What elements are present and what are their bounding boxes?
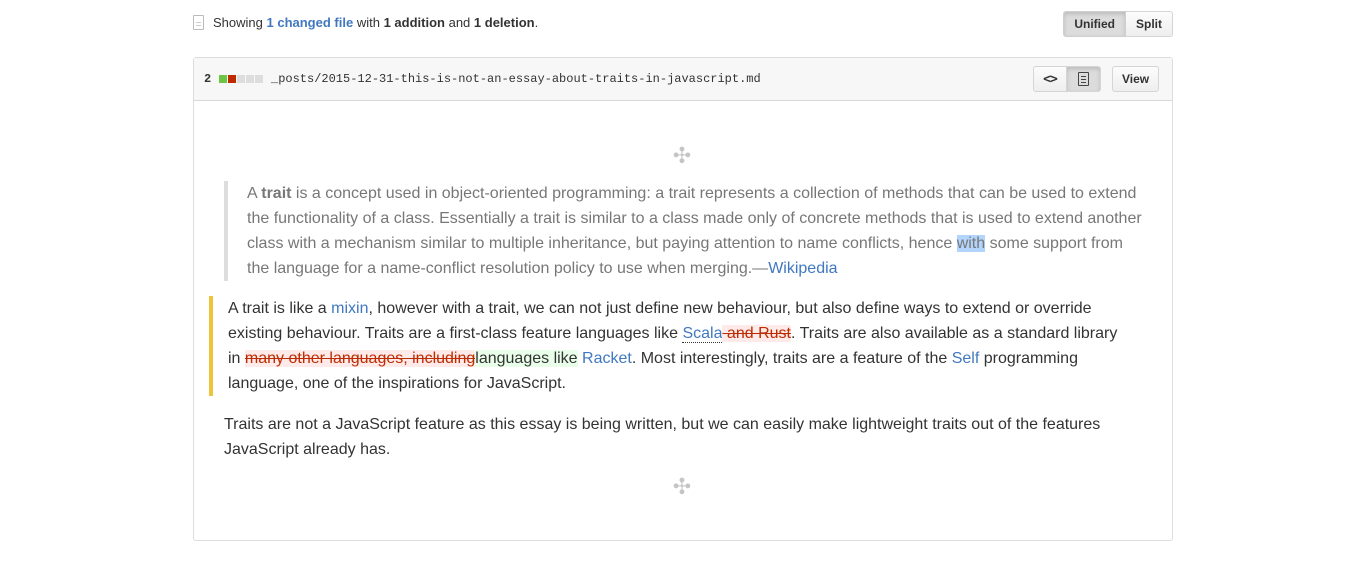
rich-diff-button[interactable] [1067,66,1101,92]
added-text: languages like [475,350,578,367]
summary-showing: Showing [213,15,263,30]
scala-link[interactable]: Scala [682,325,723,343]
self-link[interactable]: Self [952,350,980,367]
diffstat-block-neutral [255,75,264,83]
summary-period: . [534,15,539,30]
deletions-count: 1 deletion [473,15,535,30]
paragraph: Traits are not a JavaScript feature as t… [224,416,1101,458]
display-mode-toggle: <> [1033,66,1101,92]
diffstat-block-neutral [246,75,255,83]
racket-link[interactable]: Racket [582,350,632,367]
mixin-link[interactable]: mixin [331,300,368,317]
diffstat: 2 [204,72,264,86]
additions-count: 1 addition [383,15,445,30]
quote-text: A [247,185,262,202]
unified-button[interactable]: Unified [1063,11,1126,37]
removed-text: and Rust [722,325,791,342]
summary-with: with [356,15,380,30]
file-path[interactable]: _posts/2015-12-31-this-is-not-an-essay-a… [271,72,761,86]
file-text-icon [1078,72,1089,86]
wikipedia-link[interactable]: Wikipedia [768,260,837,277]
blockquote: A trait is a concept used in object-orie… [224,181,1144,281]
paragraph-text: . Most interestingly, traits are a featu… [631,350,952,367]
rich-diff-body: ✣ A trait is a concept used in object-or… [194,101,1172,541]
diff-view-switch: Unified Split [1063,11,1173,37]
view-file-button[interactable]: View [1112,66,1160,92]
quote-trait-bold: trait [261,185,292,202]
file-diff-icon [193,15,204,30]
summary-and: and [448,15,471,30]
unfold-icon[interactable]: ✣ [670,475,694,499]
source-view-button[interactable]: <> [1033,66,1067,92]
code-icon: <> [1043,71,1058,87]
diff-summary: Showing 1 changed file with 1 addition a… [193,15,538,30]
diffstat-block-deleted [228,75,237,83]
removed-text: many other languages, including [244,350,476,367]
diffstat-block-neutral [237,75,246,83]
diffstat-count: 2 [204,72,212,86]
file-header: 2 _posts/2015-12-31-this-is-not-an-essay… [194,58,1172,101]
unfold-icon[interactable]: ✣ [670,144,694,168]
selected-text: with [956,235,986,252]
diff-toolbar: Showing 1 changed file with 1 addition a… [193,10,1173,38]
changed-files-link[interactable]: 1 changed file [267,15,354,30]
diffstat-blocks [219,75,264,83]
paragraph-text: A trait is like a [228,300,332,317]
changed-paragraph: A trait is like a mixin, however with a … [209,296,1129,396]
file-diff: 2 _posts/2015-12-31-this-is-not-an-essay… [193,57,1173,541]
diffstat-block-added [219,75,228,83]
split-button[interactable]: Split [1126,11,1173,37]
